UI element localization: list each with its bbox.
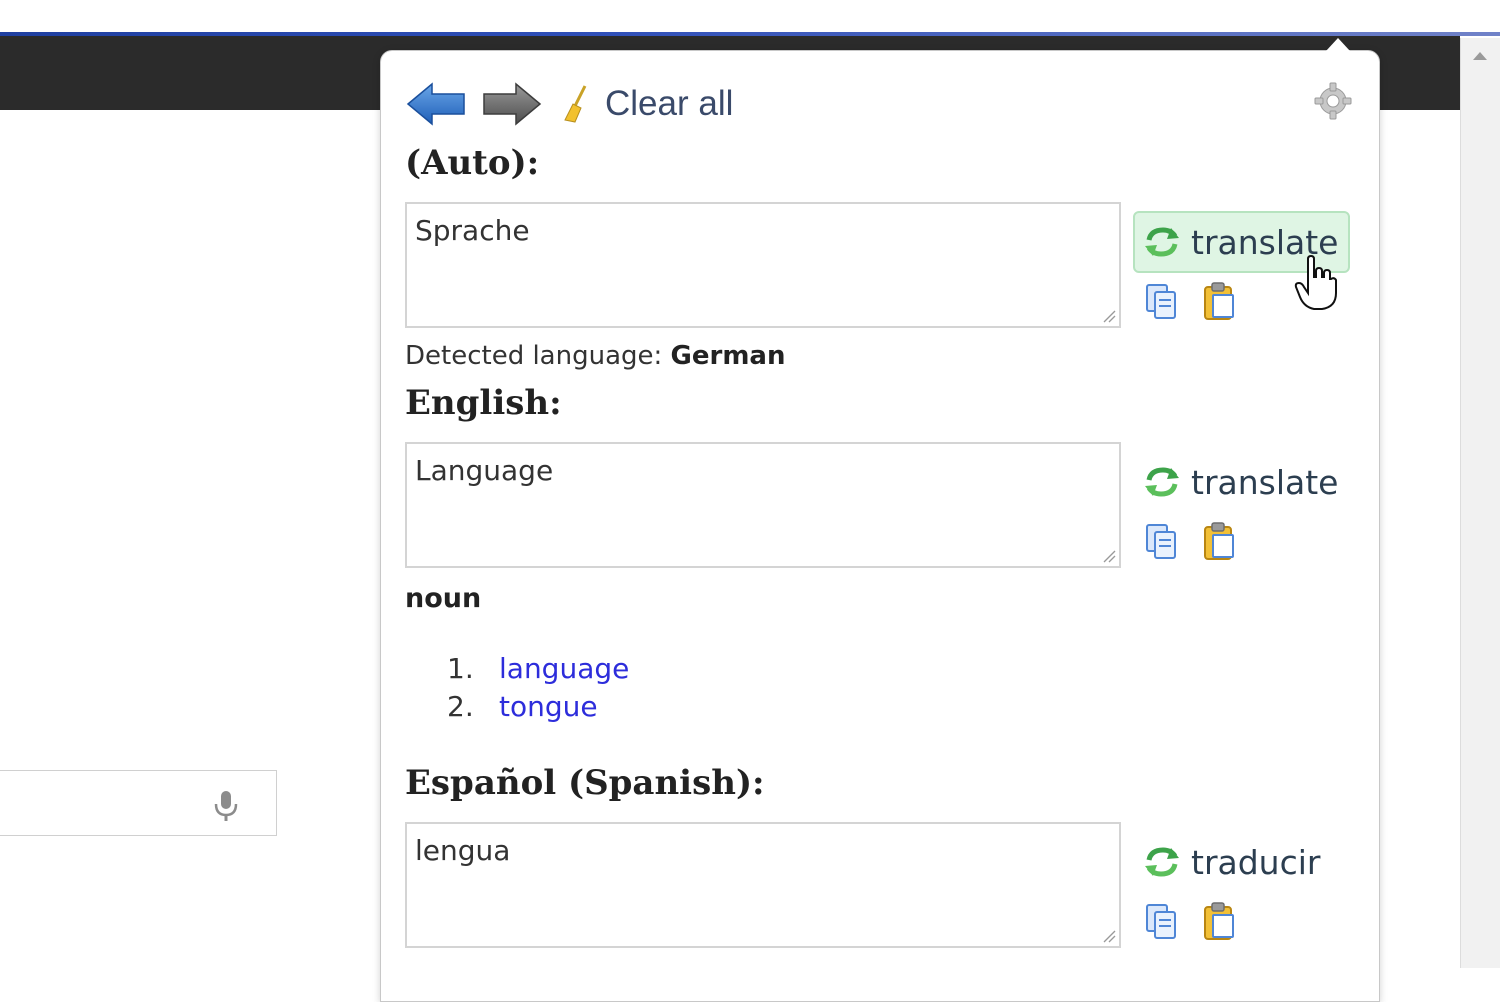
paste-icon[interactable] — [1199, 281, 1239, 321]
copy-icon[interactable] — [1141, 901, 1181, 941]
source-text: Sprache — [415, 214, 530, 247]
source-language-label: (Auto): — [405, 143, 540, 183]
paste-icon[interactable] — [1199, 521, 1239, 561]
scroll-up-arrow-icon[interactable] — [1473, 52, 1487, 60]
detected-language-prefix: Detected language: — [405, 341, 671, 371]
popup-notch — [1326, 38, 1350, 51]
translate-label: translate — [1191, 462, 1339, 502]
translate-button-source[interactable]: translate — [1133, 211, 1351, 273]
back-button[interactable] — [405, 79, 467, 129]
english-text: Language — [415, 454, 554, 487]
spanish-text: lengua — [415, 834, 511, 867]
definition-link-language[interactable]: language — [499, 652, 629, 685]
clear-all-button[interactable]: Clear all — [561, 84, 733, 124]
right-arrow-gray-icon — [483, 82, 542, 126]
english-textarea[interactable]: Language — [405, 442, 1121, 568]
copy-icon[interactable] — [1141, 281, 1181, 321]
gear-icon[interactable] — [1313, 81, 1353, 121]
detected-language-value: German — [670, 341, 786, 371]
translate-button-spanish[interactable]: traducir — [1133, 831, 1332, 893]
background-search-box[interactable] — [0, 770, 277, 836]
source-textarea[interactable]: Sprache — [405, 202, 1121, 328]
refresh-icon — [1145, 227, 1179, 257]
definition-link-tongue[interactable]: tongue — [499, 690, 598, 723]
left-arrow-blue-icon — [406, 82, 465, 126]
traducir-label: traducir — [1191, 842, 1321, 882]
resize-handle-icon[interactable] — [1102, 309, 1116, 323]
copy-icon[interactable] — [1141, 521, 1181, 561]
paste-icon[interactable] — [1199, 901, 1239, 941]
spanish-label: Español (Spanish): — [405, 763, 765, 803]
forward-button[interactable] — [481, 79, 543, 129]
resize-handle-icon[interactable] — [1102, 929, 1116, 943]
part-of-speech: noun — [405, 583, 482, 614]
translator-popup: Clear all (Auto): Sprache translate Dete… — [380, 38, 1380, 1002]
translate-button-english[interactable]: translate — [1133, 451, 1350, 513]
english-label: English: — [405, 383, 562, 423]
detected-language: Detected language: German — [405, 341, 786, 371]
refresh-icon — [1145, 847, 1179, 877]
list-item: 1. language — [447, 649, 629, 687]
popup-toolbar: Clear all — [405, 79, 733, 129]
spanish-textarea[interactable]: lengua — [405, 822, 1121, 948]
broom-icon — [564, 85, 587, 123]
list-item: 2. tongue — [447, 687, 629, 725]
page-scrollbar[interactable] — [1460, 38, 1500, 968]
clear-all-label: Clear all — [605, 84, 734, 123]
resize-handle-icon[interactable] — [1102, 549, 1116, 563]
definition-number: 2. — [447, 689, 474, 723]
translate-label: translate — [1191, 222, 1339, 262]
definition-list: 1. language 2. tongue — [447, 649, 629, 725]
refresh-icon — [1145, 467, 1179, 497]
microphone-icon[interactable] — [208, 785, 244, 825]
definition-number: 1. — [447, 651, 474, 685]
